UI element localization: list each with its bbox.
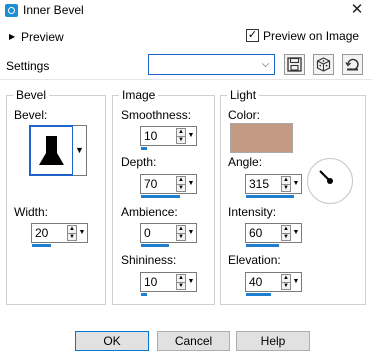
shininess-label: Shininess: [121, 253, 177, 267]
increment-icon[interactable]: ▲ [68, 226, 76, 233]
bevel-dropdown-button[interactable]: ▼ [73, 125, 87, 176]
light-group-title: Light [227, 88, 260, 102]
decrement-icon[interactable]: ▼ [282, 184, 290, 191]
bevel-label: Bevel: [14, 108, 48, 122]
depth-level-bar [141, 195, 180, 198]
angle-spinbox[interactable]: 315 ▲ ▼ ▼ [245, 174, 302, 198]
width-stepper[interactable]: ▲ ▼ [67, 225, 77, 241]
smoothness-stepper[interactable]: ▲ ▼ [176, 128, 186, 144]
preview-on-image-label[interactable]: Preview on Image [263, 29, 359, 43]
bevel-group-title: Bevel [13, 88, 50, 102]
expand-preview-icon[interactable]: ▶ [9, 32, 15, 42]
smoothness-level-bar [141, 147, 147, 150]
intensity-slider-dropdown[interactable]: ▼ [292, 225, 300, 241]
intensity-value[interactable]: 60 [249, 226, 262, 240]
increment-icon[interactable]: ▲ [282, 177, 290, 184]
angle-slider-dropdown[interactable]: ▼ [292, 176, 300, 192]
ok-button[interactable]: OK [75, 331, 149, 351]
increment-icon[interactable]: ▲ [177, 226, 185, 233]
angle-value[interactable]: 315 [249, 177, 269, 191]
save-icon [287, 57, 302, 72]
shininess-spinbox[interactable]: 10 ▲ ▼ ▼ [140, 272, 197, 296]
decrement-icon[interactable]: ▼ [177, 282, 185, 289]
preview-on-image-checkbox[interactable]: ✓ [246, 29, 259, 42]
smoothness-value[interactable]: 10 [144, 129, 157, 143]
settings-label: Settings [6, 59, 50, 73]
angle-level-bar [246, 195, 294, 198]
elevation-slider-dropdown[interactable]: ▼ [292, 274, 300, 290]
randomize-button[interactable] [313, 54, 334, 75]
increment-icon[interactable]: ▲ [177, 129, 185, 136]
shininess-value[interactable]: 10 [144, 275, 157, 289]
angle-dial[interactable] [307, 158, 353, 204]
ambience-label: Ambience: [121, 205, 178, 219]
elevation-level-bar [246, 293, 271, 296]
decrement-icon[interactable]: ▼ [177, 184, 185, 191]
angle-stepper[interactable]: ▲ ▼ [281, 176, 291, 192]
ambience-spinbox[interactable]: 0 ▲ ▼ ▼ [140, 223, 197, 247]
depth-spinbox[interactable]: 70 ▲ ▼ ▼ [140, 174, 197, 198]
decrement-icon[interactable]: ▼ [282, 282, 290, 289]
width-spinbox[interactable]: 20 ▲ ▼ ▼ [31, 223, 88, 247]
image-group-title: Image [119, 88, 159, 102]
shininess-level-bar [141, 293, 147, 296]
close-icon[interactable]: ✕ [348, 1, 366, 19]
bevel-shape-icon [39, 136, 64, 165]
smoothness-spinbox[interactable]: 10 ▲ ▼ ▼ [140, 126, 197, 150]
elevation-value[interactable]: 40 [249, 275, 262, 289]
increment-icon[interactable]: ▲ [177, 275, 185, 282]
reset-icon [345, 58, 359, 71]
help-button[interactable]: Help [236, 331, 310, 351]
intensity-label: Intensity: [228, 205, 277, 219]
elevation-spinbox[interactable]: 40 ▲ ▼ ▼ [245, 272, 302, 296]
intensity-stepper[interactable]: ▲ ▼ [281, 225, 291, 241]
random-dice-icon [316, 57, 331, 72]
angle-label: Angle: [228, 155, 263, 169]
intensity-level-bar [246, 244, 279, 247]
light-color-swatch[interactable] [230, 123, 293, 153]
shininess-slider-dropdown[interactable]: ▼ [187, 274, 195, 290]
depth-label: Depth: [121, 155, 157, 169]
smoothness-slider-dropdown[interactable]: ▼ [187, 128, 195, 144]
cancel-button[interactable]: Cancel [157, 331, 230, 351]
bevel-shape-preview[interactable] [29, 125, 74, 176]
angle-dial-needle [319, 170, 333, 184]
ambience-slider-dropdown[interactable]: ▼ [187, 225, 195, 241]
width-value[interactable]: 20 [35, 226, 48, 240]
preview-toggle-label[interactable]: Preview [21, 30, 64, 44]
ambience-value[interactable]: 0 [144, 226, 151, 240]
decrement-icon[interactable]: ▼ [282, 233, 290, 240]
window-title: Inner Bevel [23, 3, 84, 17]
decrement-icon[interactable]: ▼ [177, 136, 185, 143]
increment-icon[interactable]: ▲ [177, 177, 185, 184]
elevation-stepper[interactable]: ▲ ▼ [281, 274, 291, 290]
save-preset-button[interactable] [284, 54, 305, 75]
decrement-icon[interactable]: ▼ [68, 233, 76, 240]
elevation-label: Elevation: [228, 253, 281, 267]
width-slider-dropdown[interactable]: ▼ [78, 225, 86, 241]
width-label: Width: [14, 205, 49, 219]
depth-stepper[interactable]: ▲ ▼ [176, 176, 186, 192]
width-level-bar [32, 244, 51, 247]
depth-slider-dropdown[interactable]: ▼ [187, 176, 195, 192]
depth-value[interactable]: 70 [144, 177, 157, 191]
ambience-level-bar [141, 244, 169, 247]
ambience-stepper[interactable]: ▲ ▼ [176, 225, 186, 241]
increment-icon[interactable]: ▲ [282, 226, 290, 233]
reset-button[interactable] [342, 54, 363, 75]
decrement-icon[interactable]: ▼ [177, 233, 185, 240]
smoothness-label: Smoothness: [121, 108, 192, 122]
settings-preset-combo[interactable]: ⌵ [148, 54, 275, 75]
app-icon [5, 4, 18, 17]
increment-icon[interactable]: ▲ [282, 275, 290, 282]
divider [0, 79, 372, 80]
intensity-spinbox[interactable]: 60 ▲ ▼ ▼ [245, 223, 302, 247]
shininess-stepper[interactable]: ▲ ▼ [176, 274, 186, 290]
chevron-down-icon[interactable]: ⌵ [258, 56, 273, 73]
color-label: Color: [228, 108, 261, 122]
